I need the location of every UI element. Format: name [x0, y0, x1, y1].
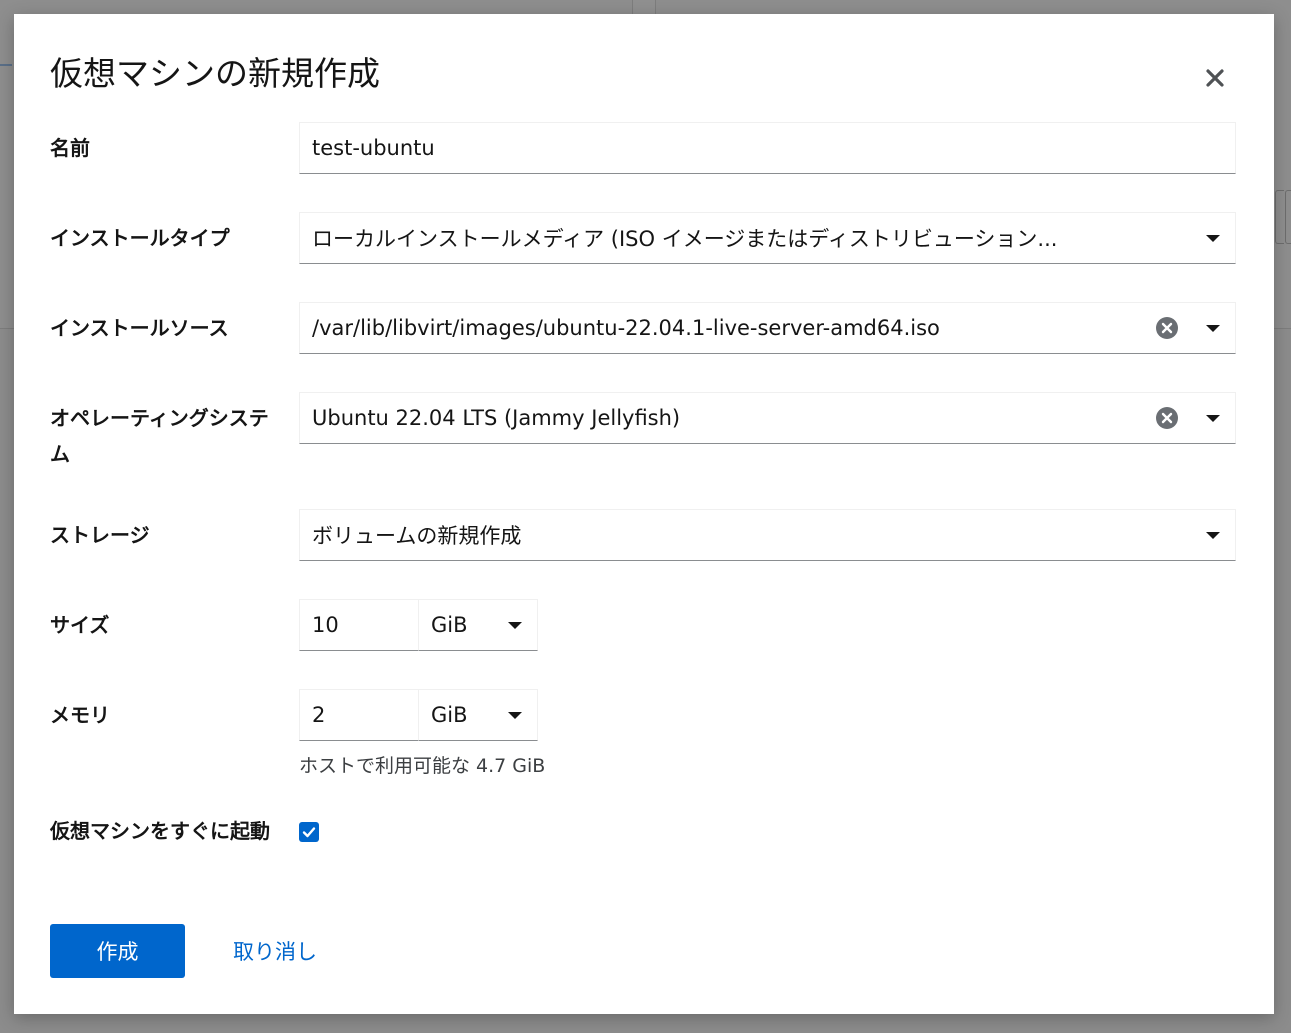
caret-down-icon	[1206, 234, 1220, 242]
memory-label: メモリ	[50, 703, 110, 727]
install-source-label: インストールソース	[50, 316, 229, 340]
install-source-toggle[interactable]	[1191, 303, 1235, 353]
start-vm-checkbox[interactable]	[299, 822, 319, 842]
storage-toggle[interactable]	[1191, 510, 1235, 560]
memory-input[interactable]: 2	[299, 689, 419, 741]
install-type-value: ローカルインストールメディア (ISO イメージまたはディストリビューション..…	[312, 227, 1058, 251]
name-value: test-ubuntu	[312, 136, 435, 160]
size-unit-value: GiB	[431, 613, 468, 637]
memory-value: 2	[312, 703, 326, 727]
caret-down-icon	[508, 711, 522, 719]
dialog-title: 仮想マシンの新規作成	[50, 54, 380, 93]
size-unit-select[interactable]: GiB	[418, 599, 538, 651]
storage-label: ストレージ	[50, 523, 150, 547]
start-vm-label: 仮想マシンをすぐに起動	[50, 819, 270, 843]
clear-icon[interactable]	[1155, 316, 1179, 340]
checkmark-icon	[302, 827, 316, 838]
storage-select[interactable]: ボリュームの新規作成	[299, 509, 1236, 561]
background-button	[1275, 190, 1284, 244]
close-button[interactable]	[1198, 61, 1232, 95]
size-value: 10	[312, 613, 339, 637]
background-button	[1285, 190, 1291, 244]
storage-value: ボリュームの新規作成	[312, 524, 522, 548]
os-toggle[interactable]	[1191, 393, 1235, 443]
install-type-select[interactable]: ローカルインストールメディア (ISO イメージまたはディストリビューション..…	[299, 212, 1236, 264]
create-vm-dialog: 仮想マシンの新規作成 名前 test-ubuntu インストールタイプ ローカル…	[14, 14, 1274, 1014]
clear-icon[interactable]	[1155, 406, 1179, 430]
install-type-toggle[interactable]	[1191, 213, 1235, 263]
os-typeahead[interactable]: Ubuntu 22.04 LTS (Jammy Jellyfish)	[299, 392, 1236, 444]
name-label: 名前	[50, 136, 90, 160]
caret-down-icon	[1206, 324, 1220, 332]
cancel-button[interactable]: 取り消し	[219, 924, 331, 978]
memory-helper-text: ホストで利用可能な 4.7 GiB	[299, 755, 546, 777]
clear-circle-icon	[1156, 407, 1178, 429]
os-value: Ubuntu 22.04 LTS (Jammy Jellyfish)	[312, 406, 681, 430]
close-icon	[1206, 69, 1224, 87]
caret-down-icon	[1206, 531, 1220, 539]
create-button[interactable]: 作成	[50, 924, 185, 978]
memory-unit-select[interactable]: GiB	[418, 689, 538, 741]
os-label: オペレーティングシステム	[50, 406, 269, 466]
memory-unit-value: GiB	[431, 703, 468, 727]
install-type-label: インストールタイプ	[50, 226, 230, 250]
clear-circle-icon	[1156, 317, 1178, 339]
install-source-typeahead[interactable]: /var/lib/libvirt/images/ubuntu-22.04.1-l…	[299, 302, 1236, 354]
name-input[interactable]: test-ubuntu	[299, 122, 1236, 174]
install-source-value: /var/lib/libvirt/images/ubuntu-22.04.1-l…	[312, 316, 940, 340]
caret-down-icon	[1206, 414, 1220, 422]
caret-down-icon	[508, 621, 522, 629]
memory-unit-toggle[interactable]	[493, 690, 537, 740]
background-divider	[632, 0, 656, 14]
background-accent	[0, 64, 12, 66]
size-input[interactable]: 10	[299, 599, 419, 651]
size-label: サイズ	[50, 613, 110, 637]
size-unit-toggle[interactable]	[493, 600, 537, 650]
